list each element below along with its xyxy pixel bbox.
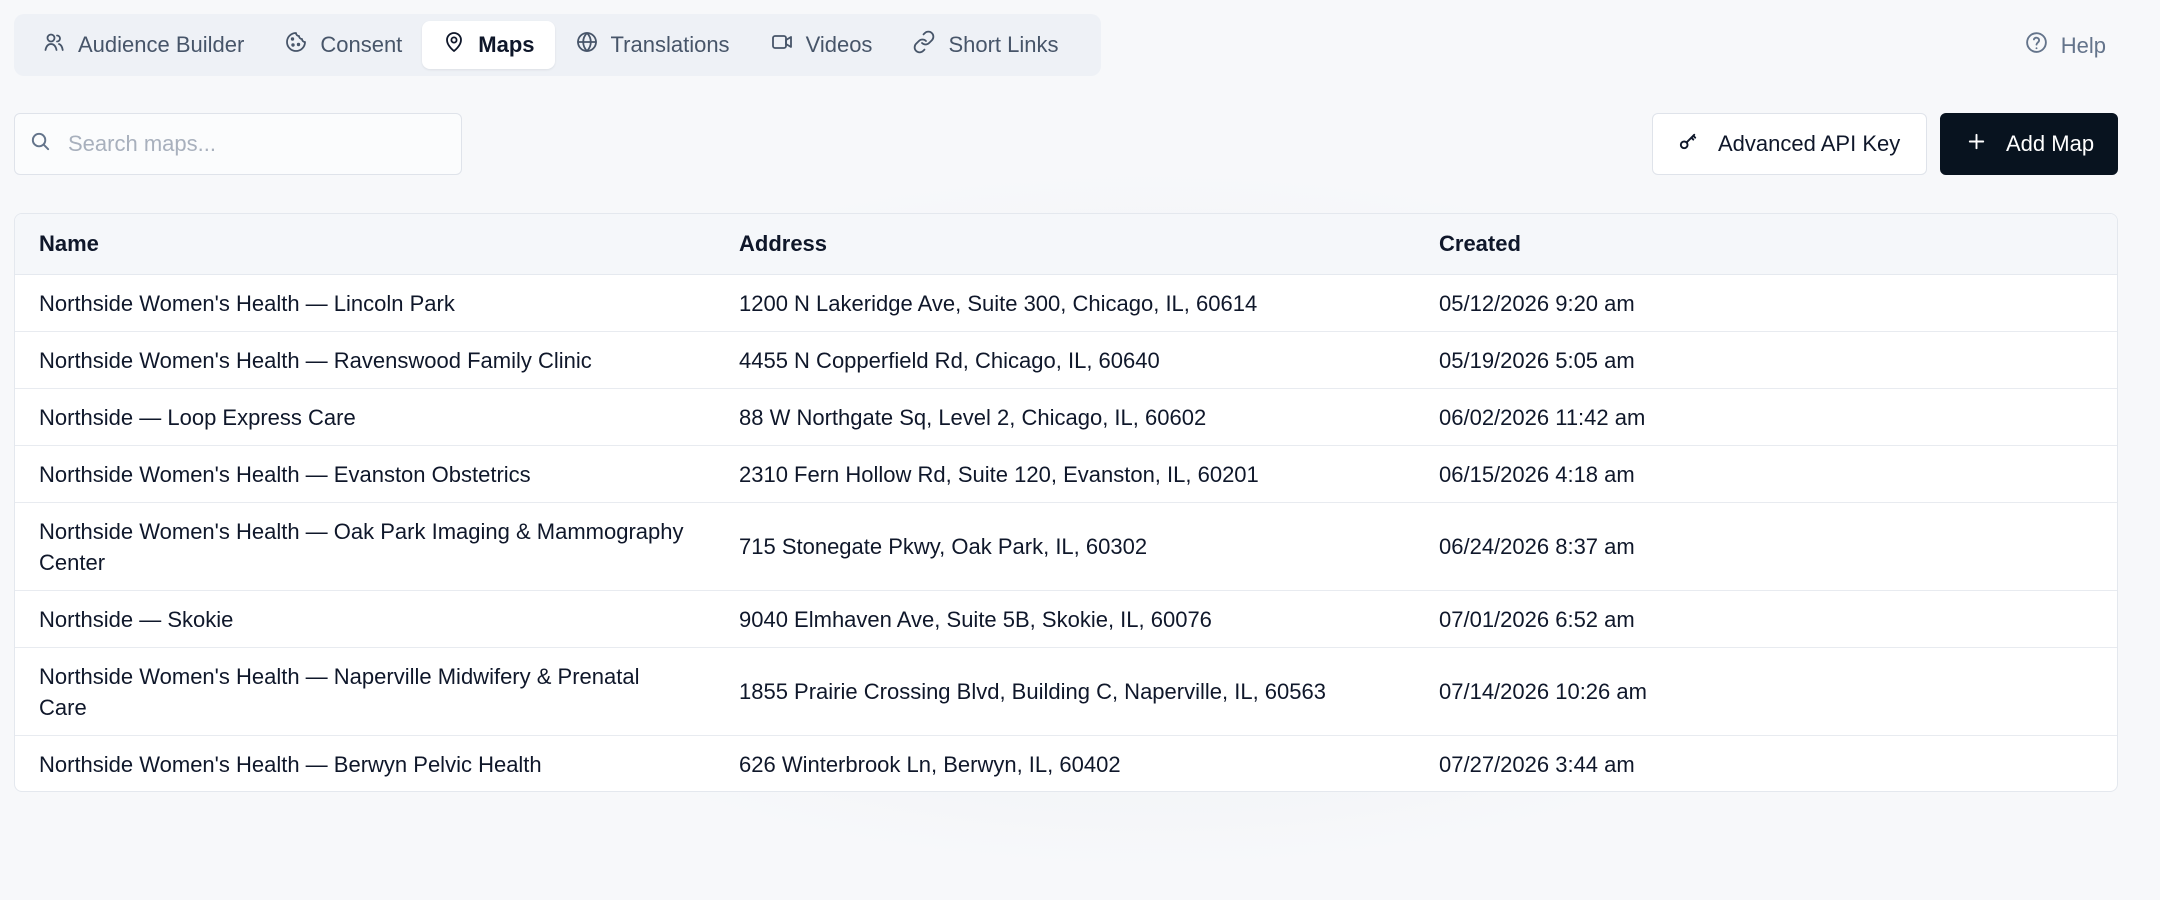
map-address: 626 Winterbrook Ln, Berwyn, IL, 60402 [739, 751, 1121, 777]
map-address: 1855 Prairie Crossing Blvd, Building C, … [715, 647, 1415, 736]
map-address: 2310 Fern Hollow Rd, Suite 120, Evanston… [715, 445, 1415, 503]
users-icon [42, 30, 66, 60]
add-map-button[interactable]: Add Map [1940, 113, 2118, 175]
table-row[interactable]: Northside Women's Health — Ravenswood Fa… [15, 331, 2117, 389]
map-created: 06/02/2026 11:42 am [1415, 388, 2117, 446]
tab-label: Videos [805, 32, 873, 57]
column-header-address[interactable]: Address [715, 214, 1415, 275]
cookie-icon [284, 30, 308, 60]
map-created: 07/01/2026 6:52 am [1415, 590, 2117, 648]
map-pin-icon [442, 30, 466, 60]
tab-videos[interactable]: Videos [750, 21, 893, 69]
feature-tabs: Audience Builder Consent Maps Translatio… [14, 14, 1101, 76]
table-row[interactable]: Northside Women's Health — Naperville Mi… [15, 647, 2117, 736]
add-map-label: Add Map [2006, 131, 2095, 156]
map-created: 06/24/2026 8:37 am [1415, 502, 2117, 591]
map-name: Northside Women's Health — Naperville Mi… [15, 647, 715, 736]
search-box[interactable] [14, 113, 462, 175]
map-name: Northside — Loop Express Care [15, 388, 715, 446]
tab-label: Maps [478, 32, 535, 57]
tab-label: Consent [320, 32, 403, 57]
map-address: 4455 N Copperfield Rd, Chicago, IL, 6064… [715, 331, 1415, 389]
maps-toolbar: Advanced API Key Add Map [14, 113, 2118, 177]
tab-label: Short Links [948, 32, 1059, 57]
map-name: Northside Women's Health — Oak Park Imag… [15, 502, 715, 591]
map-address: 9040 Elmhaven Ave, Suite 5B, Skokie, IL,… [715, 590, 1415, 648]
help-label: Help [2060, 32, 2106, 58]
search-input[interactable] [66, 130, 430, 158]
tab-consent[interactable]: Consent [264, 21, 422, 69]
tab-label: Translations [610, 32, 730, 57]
tab-audience-builder[interactable]: Audience Builder [22, 21, 264, 69]
column-header-name[interactable]: Name [15, 214, 715, 275]
table-row[interactable]: Northside — Skokie 9040 Elmhaven Ave, Su… [15, 590, 2117, 648]
table-row[interactable]: Northside Women's Health — Evanston Obst… [15, 445, 2117, 503]
table-row[interactable]: Northside Women's Health — Oak Park Imag… [15, 502, 2117, 591]
map-name: Northside Women's Health — Lincoln Park [15, 274, 715, 332]
map-name: Northside Women's Health — Berwyn Pelvic… [39, 751, 542, 777]
advanced-api-key-button[interactable]: Advanced API Key [1652, 113, 1927, 175]
tab-label: Audience Builder [78, 32, 245, 57]
table-header-row: Name Address Created [15, 214, 2117, 275]
map-address: 715 Stonegate Pkwy, Oak Park, IL, 60302 [715, 502, 1415, 591]
plus-icon [1965, 130, 1988, 159]
table-header: Name Address Created [15, 214, 2117, 275]
maps-page: Audience Builder Consent Maps Translatio… [0, 0, 2160, 855]
table-row[interactable]: Northside Women's Health — Lincoln Park … [15, 274, 2117, 332]
map-created: 05/12/2026 9:20 am [1415, 274, 2117, 332]
table-row[interactable]: Northside Women's Health — Berwyn Pelvic… [15, 736, 2117, 792]
advanced-api-key-label: Advanced API Key [1718, 131, 1901, 156]
map-name: Northside Women's Health — Ravenswood Fa… [15, 331, 715, 389]
map-created: 07/27/2026 3:44 am [1439, 751, 1635, 777]
map-created: 05/19/2026 5:05 am [1415, 331, 2117, 389]
map-name: Northside — Skokie [15, 590, 715, 648]
map-address: 88 W Northgate Sq, Level 2, Chicago, IL,… [715, 388, 1415, 446]
tab-translations[interactable]: Translations [555, 21, 750, 69]
video-camera-icon [770, 30, 794, 60]
map-created: 06/15/2026 4:18 am [1415, 445, 2117, 503]
maps-table-card: Name Address Created Northside Women's H… [14, 213, 2118, 792]
search-icon [15, 130, 52, 158]
tab-maps[interactable]: Maps [422, 21, 555, 69]
map-created: 07/14/2026 10:26 am [1415, 647, 2117, 736]
key-icon [1677, 130, 1700, 159]
help-link[interactable]: Help [2024, 30, 2106, 61]
link-icon [912, 30, 936, 60]
tab-short-links[interactable]: Short Links [892, 21, 1078, 69]
maps-table: Name Address Created Northside Women's H… [15, 214, 2117, 792]
top-navigation: Audience Builder Consent Maps Translatio… [14, 14, 2146, 76]
column-header-created[interactable]: Created [1415, 214, 2117, 275]
table-body: Northside Women's Health — Lincoln Park … [15, 274, 2117, 792]
map-name: Northside Women's Health — Evanston Obst… [15, 445, 715, 503]
table-row[interactable]: Northside — Loop Express Care 88 W North… [15, 388, 2117, 446]
help-circle-icon [2024, 30, 2049, 61]
map-address: 1200 N Lakeridge Ave, Suite 300, Chicago… [715, 274, 1415, 332]
globe-icon [575, 30, 599, 60]
